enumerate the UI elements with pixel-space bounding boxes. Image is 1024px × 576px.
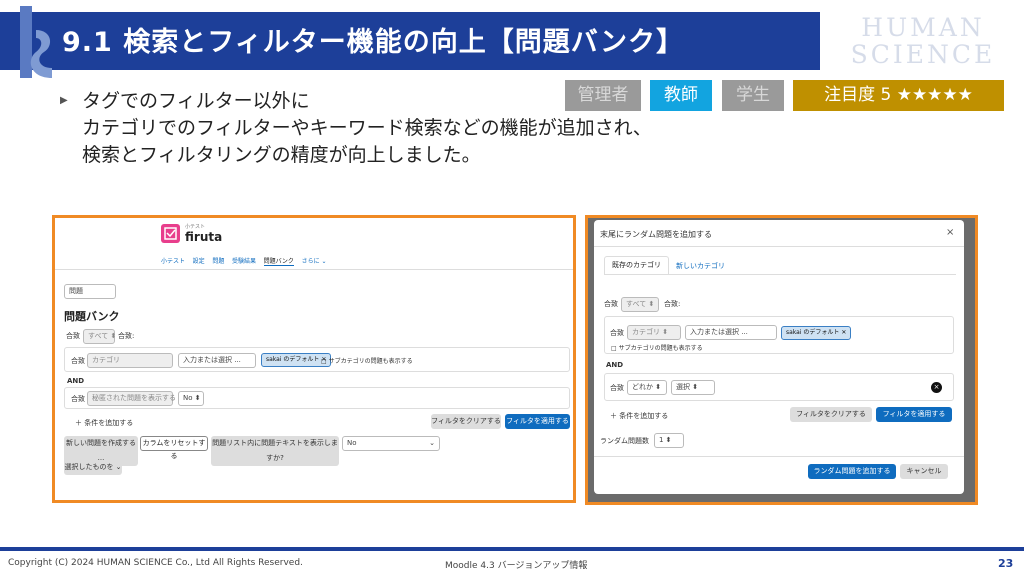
and-label: AND	[606, 361, 624, 369]
match-label: 合致	[604, 300, 618, 308]
title-divider	[594, 246, 964, 247]
apply-filter-button[interactable]: フィルタを適用する	[876, 407, 952, 422]
hidden-filter-row: 合致 秘匿された問題を表示する No ⬍	[64, 387, 570, 409]
site-type: 小テスト	[185, 224, 206, 230]
question-type-select[interactable]: 問題	[64, 284, 116, 299]
random-count-select[interactable]: 1 ⬍	[654, 433, 684, 448]
course-nav[interactable]: 小テスト 設定 問題 受験結果 問題バンク さらに ⌄	[161, 256, 327, 266]
description-text: タグでのフィルター以外に カテゴリでのフィルターやキーワード検索などの機能が追加…	[82, 90, 652, 166]
match-label-suffix: 合致:	[664, 300, 681, 308]
subcategory-checkbox[interactable]: □ サブカテゴリの問題も表示する	[321, 356, 413, 365]
hidden-value-select[interactable]: No ⬍	[178, 391, 204, 406]
match-select[interactable]: すべて ⬍	[621, 297, 659, 312]
badge-teacher: 教師	[650, 80, 712, 111]
row1-label: 合致	[610, 329, 624, 337]
footer-divider	[594, 456, 964, 457]
badge-student: 学生	[722, 80, 784, 111]
course-name: firuta	[185, 230, 223, 244]
hidden-filter-select[interactable]: 秘匿された問題を表示する	[87, 391, 176, 406]
row1-label: 合致	[71, 357, 85, 365]
nav-question-bank[interactable]: 問題バンク	[263, 258, 294, 266]
match-label-suffix: 合致:	[118, 332, 135, 340]
page-number: 23	[998, 557, 1014, 570]
clear-filter-button[interactable]: フィルタをクリアする	[431, 414, 501, 429]
nav-more[interactable]: さらに ⌄	[302, 258, 327, 265]
condition-select[interactable]: 選択 ⬍	[671, 380, 715, 395]
add-condition-button[interactable]: ＋ 条件を追加する	[75, 418, 133, 428]
nav-results[interactable]: 受験結果	[232, 258, 256, 265]
nav-divider	[55, 269, 573, 270]
add-condition-button[interactable]: ＋ 条件を追加する	[610, 411, 668, 421]
nav-questions[interactable]: 問題	[212, 258, 224, 265]
quiz-icon	[161, 224, 180, 243]
match-label: 合致	[66, 332, 80, 340]
nav-quiz[interactable]: 小テスト	[161, 258, 185, 265]
tab-new-category[interactable]: 新しいカテゴリ	[676, 261, 725, 271]
match-select[interactable]: すべて ⬍	[83, 329, 116, 344]
category-search-input[interactable]: 入力または選択 ...	[178, 353, 256, 368]
category-filter-row: 合致 カテゴリ ⬍ 入力または選択 ... sakai のデフォルト ✕ □ サ…	[604, 316, 954, 354]
cancel-button[interactable]: キャンセル	[900, 464, 948, 479]
show-question-text-select[interactable]: No ⌄	[342, 436, 440, 451]
subcategory-checkbox[interactable]: □ サブカテゴリの問題も表示する	[611, 343, 703, 352]
slide-header: 9.1 検索とフィルター機能の向上【問題バンク】 HUMAN SCIENCE	[0, 0, 1024, 78]
modal-dialog: 末尾にランダム問題を追加する × 既存のカテゴリ 新しいカテゴリ 合致 すべて …	[594, 220, 964, 494]
question-bank-screenshot: 小テスト firuta 小テスト 設定 問題 受験結果 問題バンク さらに ⌄ …	[52, 215, 576, 503]
category-filter-row: 合致 カテゴリ 入力または選択 ... sakai のデフォルト ✕ □ サブカ…	[64, 347, 570, 372]
reset-columns-button[interactable]: カラムをリセットする	[140, 436, 208, 460]
and-label: AND	[67, 377, 85, 385]
footer-divider	[0, 547, 1024, 551]
chevron-down-icon: ⌄	[429, 439, 435, 447]
question-bank-title: 問題バンク	[64, 310, 120, 323]
page-title: 9.1 検索とフィルター機能の向上【問題バンク】	[62, 27, 685, 58]
copyright: Copyright (C) 2024 HUMAN SCIENCE Co., Lt…	[8, 558, 303, 568]
show-question-text-label: 問題リスト内に問題テキストを表示しますか?	[211, 436, 339, 466]
close-icon[interactable]: ×	[946, 227, 954, 238]
add-random-question-button[interactable]: ランダム問題を追加する	[808, 464, 896, 479]
row2-label: 合致	[71, 395, 85, 403]
clear-filter-button[interactable]: フィルタをクリアする	[790, 407, 872, 422]
tab-existing-category[interactable]: 既存のカテゴリ	[604, 256, 669, 274]
any-select[interactable]: どれか ⬍	[627, 380, 667, 395]
any-filter-row: 合致 どれか ⬍ 選択 ⬍ ×	[604, 373, 954, 401]
category-chip[interactable]: sakai のデフォルト ✕	[781, 326, 852, 340]
random-count-label: ランダム問題数	[600, 437, 649, 445]
remove-condition-icon[interactable]: ×	[931, 382, 942, 393]
company-logo-icon	[20, 6, 52, 78]
apply-filter-button[interactable]: フィルタを適用する	[505, 414, 570, 429]
nav-settings[interactable]: 設定	[193, 258, 205, 265]
category-type-select[interactable]: カテゴリ ⬍	[627, 325, 681, 340]
row2-label: 合致	[610, 384, 624, 392]
dialog-title: 末尾にランダム問題を追加する	[600, 230, 712, 239]
badge-attention: 注目度 5 ★★★★★	[793, 80, 1004, 111]
random-question-dialog-screenshot: 末尾にランダム問題を追加する × 既存のカテゴリ 新しいカテゴリ 合致 すべて …	[585, 215, 978, 505]
tab-divider	[604, 274, 956, 275]
footer-subtitle: Moodle 4.3 バージョンアップ情報	[445, 561, 588, 571]
bullet-icon: ▶	[60, 95, 68, 106]
brand-logo: HUMAN SCIENCE	[850, 13, 996, 69]
category-type-select[interactable]: カテゴリ	[87, 353, 173, 368]
with-selected-button[interactable]: 選択したものを ⌄	[64, 460, 122, 475]
category-search-input[interactable]: 入力または選択 ...	[685, 325, 777, 340]
